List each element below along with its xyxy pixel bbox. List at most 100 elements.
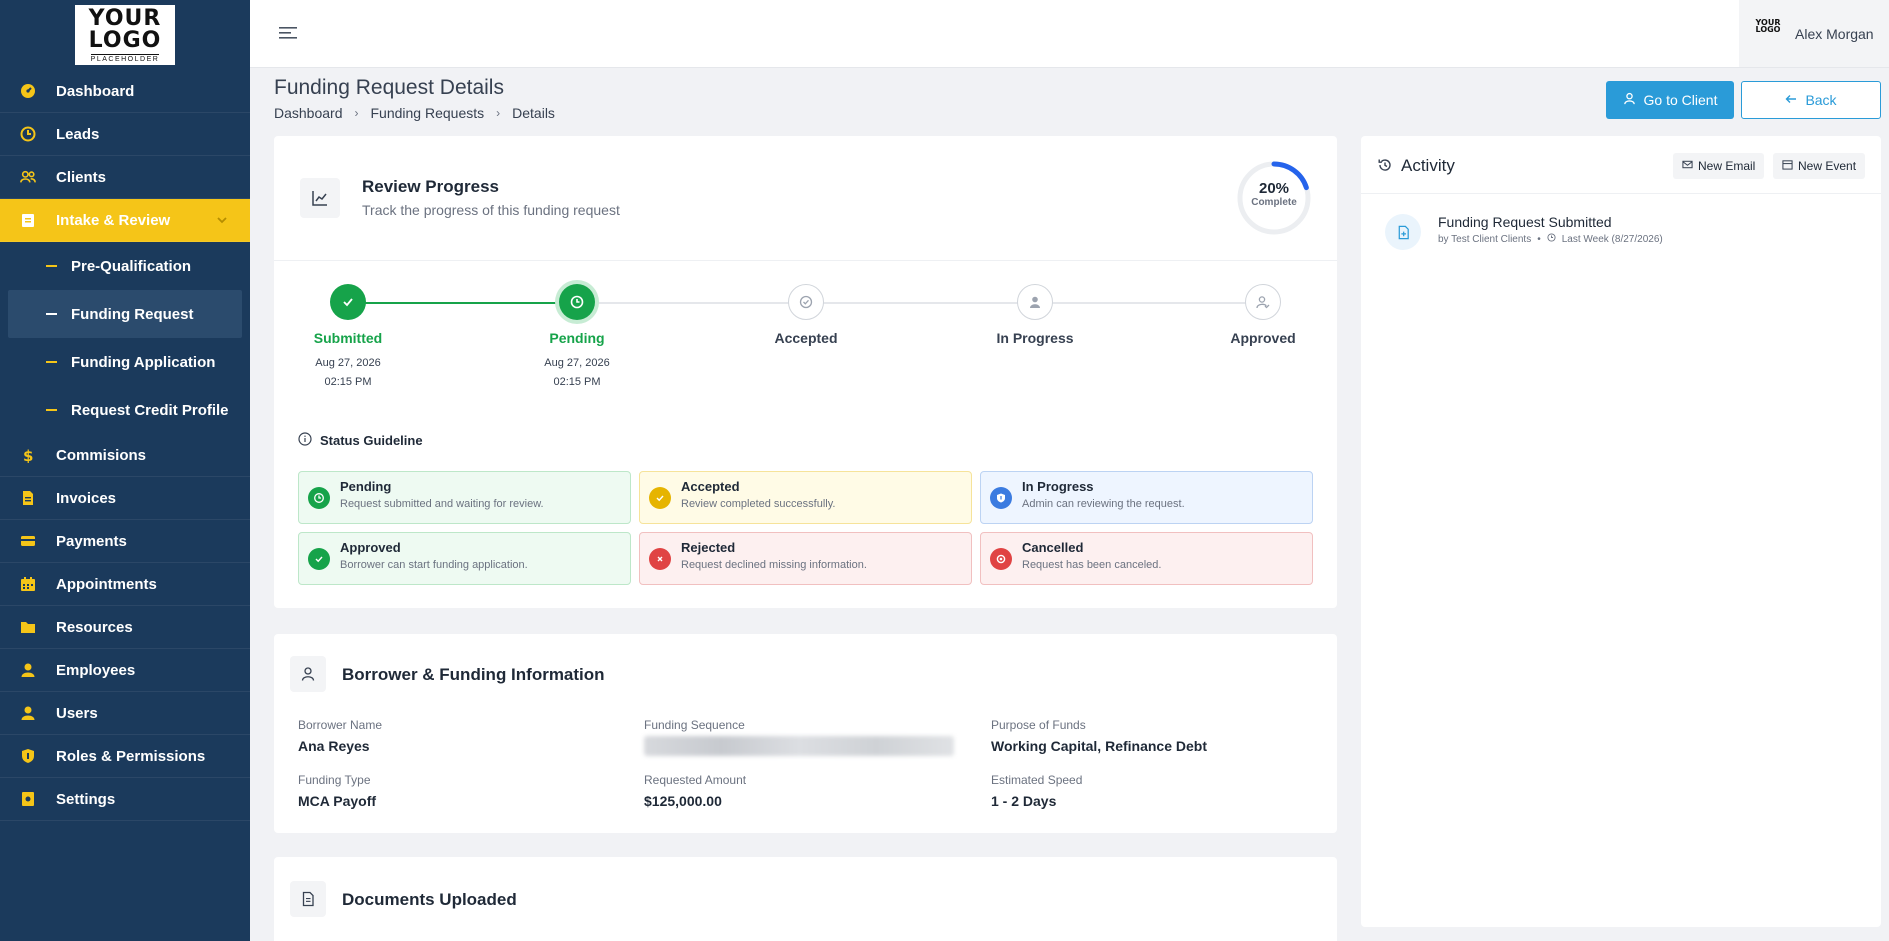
guideline-desc: Request has been canceled.: [1022, 559, 1162, 571]
sidebar-item-label: Roles & Permissions: [56, 747, 206, 765]
step-label: Approved: [1230, 330, 1296, 346]
folder-icon: [20, 619, 36, 635]
borrower-funding-card: Borrower & Funding Information Borrower …: [274, 634, 1337, 833]
chevron-right-icon: ›: [496, 106, 501, 120]
user-icon: [1623, 92, 1636, 108]
person-icon: [20, 662, 36, 678]
funding-type-value: MCA Payoff: [298, 793, 377, 809]
purpose-value: Working Capital, Refinance Debt: [991, 738, 1207, 754]
guideline-desc: Borrower can start funding application.: [340, 559, 528, 571]
credit-card-icon: [20, 533, 36, 549]
back-button[interactable]: Back: [1741, 81, 1881, 119]
breadcrumb-funding-requests[interactable]: Funding Requests: [371, 105, 485, 121]
sidebar-item-label: Leads: [56, 125, 100, 143]
sidebar-subitem-funding-application[interactable]: Funding Application: [0, 338, 250, 386]
sidebar: YOUR LOGO PLACEHOLDER Dashboard Leads Cl…: [0, 0, 250, 941]
sidebar-item-label: Intake & Review: [56, 211, 171, 229]
clock-icon: [559, 284, 595, 320]
sidebar-item-users[interactable]: Users: [0, 692, 250, 735]
sidebar-item-leads[interactable]: Leads: [0, 113, 250, 156]
chevron-right-icon: ›: [354, 106, 359, 120]
activity-header: Activity New Email New Event: [1361, 136, 1881, 194]
sidebar-item-label: Resources: [56, 618, 133, 636]
guideline-desc: Request declined missing information.: [681, 559, 867, 571]
go-to-client-label: Go to Client: [1643, 92, 1718, 108]
requested-amount-label: Requested Amount: [644, 773, 747, 787]
sidebar-item-label: Dashboard: [56, 82, 135, 100]
activity-item-meta: by Test Client Clients • Last Week (8/27…: [1438, 233, 1663, 245]
chevron-down-icon: [216, 213, 228, 230]
sidebar-item-appointments[interactable]: Appointments: [0, 563, 250, 606]
check-circle-icon: [788, 284, 824, 320]
sidebar-item-label: Clients: [56, 168, 107, 186]
documents-section-title: Documents Uploaded: [342, 890, 517, 909]
shield-icon: [20, 748, 36, 764]
activity-item-author: by Test Client Clients: [1438, 233, 1532, 245]
guideline-name: Accepted: [681, 479, 740, 494]
users-group-icon: [20, 169, 36, 185]
guideline-name: Rejected: [681, 540, 736, 555]
sidebar-subitem-funding-request[interactable]: Funding Request: [8, 290, 242, 338]
sidebar-item-clients[interactable]: Clients: [0, 156, 250, 199]
mail-icon: [1682, 159, 1693, 173]
sidebar-item-settings[interactable]: Settings: [0, 778, 250, 821]
activity-item[interactable]: Funding Request Submitted by Test Client…: [1385, 214, 1865, 254]
sidebar-item-label: Commisions: [56, 446, 147, 464]
funding-sequence-label: Funding Sequence: [644, 718, 745, 732]
company-logo[interactable]: YOUR LOGO PLACEHOLDER: [75, 5, 175, 65]
progress-percent: 20%: [1258, 180, 1290, 197]
step-label: Submitted: [313, 330, 383, 346]
sidebar-item-roles-permissions[interactable]: Roles & Permissions: [0, 735, 250, 778]
calendar-icon: [20, 576, 36, 592]
new-event-button[interactable]: New Event: [1773, 153, 1866, 179]
sidebar-subitem-pre-qualification[interactable]: Pre-Qualification: [0, 242, 250, 290]
check-icon: [330, 284, 366, 320]
x-icon: [649, 548, 671, 570]
file-plus-icon: [1385, 214, 1421, 250]
arrow-left-icon: [1785, 92, 1797, 108]
sidebar-subitem-label: Request Credit Profile: [71, 401, 229, 419]
logo-wrap: YOUR LOGO PLACEHOLDER: [0, 0, 250, 70]
sidebar-item-dashboard[interactable]: Dashboard: [0, 70, 250, 113]
purpose-label: Purpose of Funds: [991, 718, 1086, 732]
sidebar-item-resources[interactable]: Resources: [0, 606, 250, 649]
sidebar-item-invoices[interactable]: Invoices: [0, 477, 250, 520]
settings-icon: [20, 791, 36, 807]
go-to-client-button[interactable]: Go to Client: [1606, 81, 1734, 119]
logo-line-1: YOUR: [88, 5, 162, 31]
status-guideline-label: Status Guideline: [320, 433, 423, 448]
sidebar-subitem-request-credit-profile[interactable]: Request Credit Profile: [0, 386, 250, 434]
sidebar-item-commisions[interactable]: $ Commisions: [0, 434, 250, 477]
breadcrumb-dashboard[interactable]: Dashboard: [274, 105, 343, 121]
logo-line-3: PLACEHOLDER: [90, 53, 160, 63]
sidebar-item-label: Settings: [56, 790, 116, 808]
guideline-cancelled: Cancelled Request has been canceled.: [980, 532, 1313, 585]
guideline-pending: Pending Request submitted and waiting fo…: [298, 471, 631, 524]
new-email-button[interactable]: New Email: [1673, 153, 1765, 179]
user-icon: [20, 705, 36, 721]
dashboard-icon: [20, 83, 36, 99]
sidebar-item-label: Employees: [56, 661, 136, 679]
step-connector: [577, 302, 1263, 304]
step-pending: Pending Aug 27, 2026 02:15 PM: [507, 284, 647, 392]
guideline-desc: Admin can reviewing the request.: [1022, 498, 1185, 510]
clipboard-icon: [20, 212, 36, 228]
shield-icon: [990, 487, 1012, 509]
user-menu[interactable]: YOUR LOGO Alex Morgan: [1739, 0, 1889, 67]
sidebar-item-label: Users: [56, 704, 98, 722]
funding-sequence-redacted: [644, 736, 954, 756]
sidebar-item-employees[interactable]: Employees: [0, 649, 250, 692]
guideline-name: Approved: [340, 540, 401, 555]
menu-toggle-icon[interactable]: [278, 24, 300, 47]
sidebar-item-intake-review[interactable]: Intake & Review: [0, 199, 250, 242]
user-icon: [290, 656, 326, 692]
step-in-progress: In Progress: [965, 284, 1105, 346]
svg-text:$: $: [23, 447, 33, 463]
review-progress-subtitle: Track the progress of this funding reque…: [362, 202, 620, 218]
review-progress-header: Review Progress Track the progress of th…: [274, 136, 1337, 261]
avatar-line-2: LOGO: [1755, 25, 1781, 35]
borrower-name-label: Borrower Name: [298, 718, 383, 732]
sidebar-item-payments[interactable]: Payments: [0, 520, 250, 563]
step-date-time: 02:15 PM: [553, 376, 601, 388]
step-date-time: 02:15 PM: [324, 376, 372, 388]
